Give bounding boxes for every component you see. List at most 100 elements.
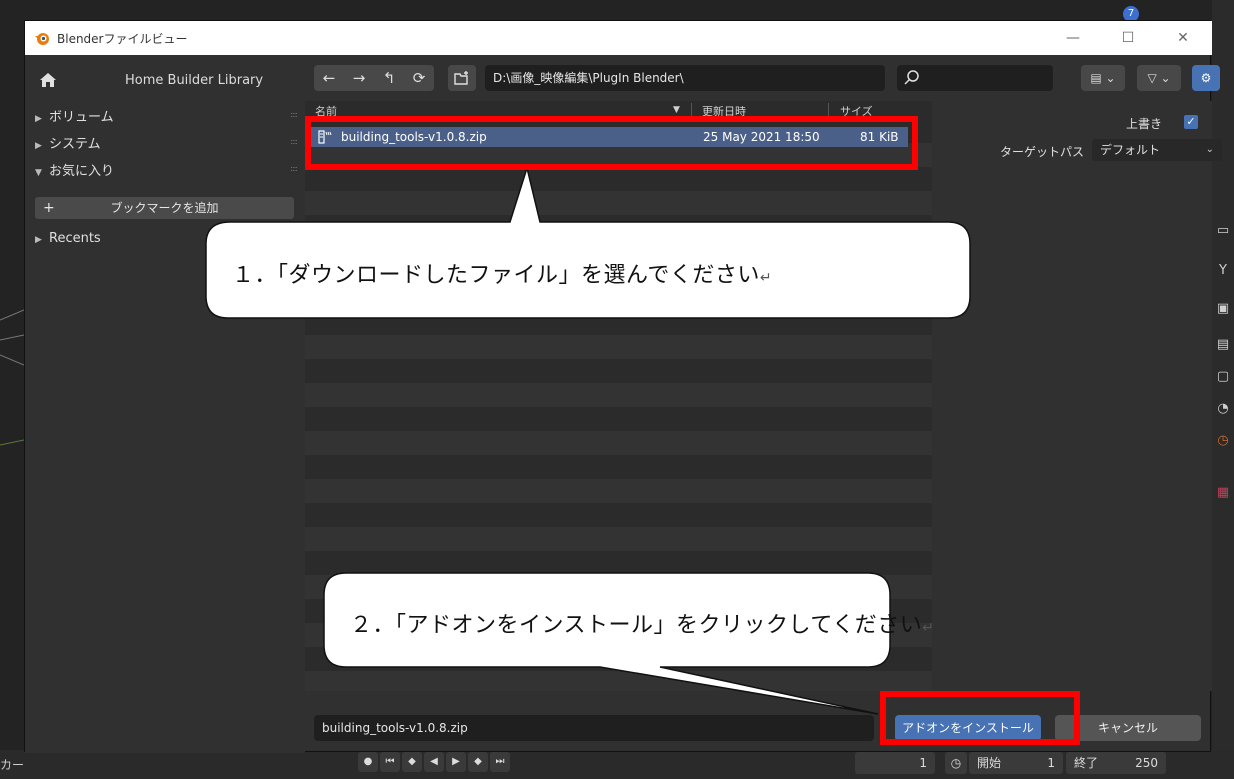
drag-grip-icon[interactable]: :::: <box>290 110 298 119</box>
end-value: 250 <box>1135 756 1158 770</box>
properties-strip: ▭ Y ▣ ▤ ▢ ◔ ◷ ▦ <box>1212 0 1234 779</box>
end-label: 終了 <box>1074 756 1099 770</box>
collapse-triangle-icon: ▼ <box>35 168 42 178</box>
sidebar-item-favorites[interactable]: ▼ お気に入り :::: <box>35 160 298 182</box>
minimize-button[interactable]: — <box>1058 27 1088 49</box>
column-separator <box>691 103 692 117</box>
sidebar-item-recents[interactable]: ▶ Recents <box>35 231 297 253</box>
end-frame-field[interactable]: 終了 250 <box>1066 752 1166 774</box>
file-list-stripe <box>305 311 932 335</box>
play-reverse-button[interactable]: ◀ <box>424 752 444 772</box>
column-separator <box>828 103 829 117</box>
file-list-stripe <box>305 479 932 503</box>
target-path-dropdown[interactable]: デフォルト ⌄ <box>1092 139 1222 161</box>
blender-logo-icon <box>35 33 49 45</box>
file-list-stripe <box>305 191 932 215</box>
file-list-stripe <box>305 335 932 359</box>
tool-icon[interactable]: Y <box>1214 262 1232 280</box>
callout-click-install: ２．「アドオンをインストール」をクリックしてください↵ <box>350 607 934 639</box>
drag-grip-icon[interactable]: :::: <box>290 164 298 173</box>
file-list-stripe <box>305 167 932 191</box>
new-directory-button[interactable] <box>448 65 476 91</box>
output-icon[interactable]: ▤ <box>1214 336 1232 354</box>
home-icon <box>40 73 56 87</box>
directory-path-field[interactable]: D:\画像_映像編集\PlugIn Blender\ <box>485 65 885 91</box>
callout-select-file-text: １．「ダウンロードしたファイル」を選んでください <box>232 263 760 288</box>
texture-icon[interactable]: ▦ <box>1214 484 1232 502</box>
file-list-stripe <box>305 359 932 383</box>
render-icon[interactable]: ▣ <box>1214 300 1232 318</box>
start-frame-field[interactable]: 開始 1 <box>969 752 1063 774</box>
record-button[interactable]: ● <box>358 752 378 772</box>
target-path-label: ターゲットパス <box>1000 145 1085 159</box>
chevron-down-icon: ⌄ <box>1205 144 1214 155</box>
back-button[interactable]: ← <box>314 65 344 91</box>
file-list: 名前 ▼ 更新日時 サイズ building_tools-v1.0.8.zip … <box>305 101 932 691</box>
file-list-stripe <box>305 647 932 671</box>
sort-indicator-icon: ▼ <box>673 105 680 115</box>
file-list-stripe <box>305 527 932 551</box>
file-list-stripe <box>305 503 932 527</box>
view-icon[interactable]: ▭ <box>1214 222 1232 240</box>
file-list-stripe <box>305 287 932 311</box>
home-label: Home Builder Library <box>125 73 264 88</box>
close-button[interactable]: ✕ <box>1168 27 1198 49</box>
title-bar: Blenderファイルビュー — ☐ ✕ <box>25 21 1212 55</box>
next-keyframe-button[interactable]: ◆ <box>468 752 488 772</box>
sidebar-item-label: お気に入り <box>49 164 115 179</box>
return-mark-icon: ↵ <box>759 270 773 286</box>
file-list-stripe <box>305 575 932 599</box>
return-mark-icon: ↵ <box>922 620 935 636</box>
window-title: Blenderファイルビュー <box>57 32 188 46</box>
timeline-bar: カー ● ⏮ ◆ ◀ ▶ ◆ ⏭ 1 ◷ 開始 1 終了 250 <box>0 750 1234 779</box>
screen: 7 ▭ Y ▣ ▤ ▢ ◔ ◷ ▦ カー ● ⏮ ◆ ◀ ▶ ◆ ⏭ 1 ◷ 開… <box>0 0 1234 779</box>
overwrite-checkbox[interactable]: ✓ <box>1184 115 1198 129</box>
sidebar-item-volumes[interactable]: ▶ ボリューム :::: <box>35 106 298 128</box>
sidebar-item-label: システム <box>49 137 101 152</box>
settings-gear-button[interactable]: ⚙ <box>1192 65 1220 91</box>
file-list-stripe <box>305 671 932 691</box>
file-list-stripe <box>305 455 932 479</box>
file-list-stripe <box>305 407 932 431</box>
filename-field[interactable]: building_tools-v1.0.8.zip <box>314 715 874 741</box>
file-list-stripe <box>305 215 932 239</box>
world-icon[interactable]: ◔ <box>1214 400 1232 418</box>
highlight-box-install <box>880 691 1080 745</box>
parent-directory-button[interactable]: ↰ <box>374 65 404 91</box>
sidebar-item-label: ボリューム <box>49 110 114 125</box>
viewport-lines <box>0 309 24 446</box>
expand-triangle-icon: ▶ <box>35 235 42 245</box>
jump-end-button[interactable]: ⏭ <box>490 752 510 772</box>
search-field[interactable] <box>897 65 1053 91</box>
add-bookmark-button[interactable]: + ブックマークを追加 <box>35 197 294 219</box>
navigation-buttons: ← → ↰ ⟳ <box>314 65 434 91</box>
play-button[interactable]: ▶ <box>446 752 466 772</box>
scene-icon[interactable]: ▢ <box>1214 368 1232 386</box>
toolbar: ← → ↰ ⟳ D:\画像_映像編集\PlugIn Blender\ ▤ ⌄ ▽… <box>305 55 1220 95</box>
drag-grip-icon[interactable]: :::: <box>290 137 298 146</box>
target-path-value: デフォルト <box>1100 143 1161 157</box>
current-frame-field[interactable]: 1 <box>855 752 935 774</box>
new-folder-icon <box>454 71 468 85</box>
sidebar-item-label: Recents <box>49 231 101 246</box>
start-value: 1 <box>1047 756 1055 770</box>
file-list-stripe <box>305 383 932 407</box>
options-panel: 上書き ✓ ターゲットパス デフォルト ⌄ <box>932 101 1222 691</box>
callout-select-file: １．「ダウンロードしたファイル」を選んでください↵ <box>232 257 772 289</box>
home-directory-button[interactable]: Home Builder Library <box>35 69 295 93</box>
refresh-button[interactable]: ⟳ <box>404 65 434 91</box>
object-icon[interactable]: ◷ <box>1214 432 1232 450</box>
filter-dropdown[interactable]: ▽ ⌄ <box>1137 65 1181 91</box>
forward-button[interactable]: → <box>344 65 374 91</box>
callout-click-install-text: ２．「アドオンをインストール」をクリックしてください <box>350 613 923 638</box>
maximize-button[interactable]: ☐ <box>1113 27 1143 49</box>
add-bookmark-label: ブックマークを追加 <box>110 201 219 215</box>
prev-keyframe-button[interactable]: ◆ <box>402 752 422 772</box>
expand-triangle-icon: ▶ <box>35 141 42 151</box>
sidebar-item-system[interactable]: ▶ システム :::: <box>35 133 298 155</box>
jump-start-button[interactable]: ⏮ <box>380 752 400 772</box>
overwrite-label: 上書き <box>1125 117 1162 131</box>
display-mode-dropdown[interactable]: ▤ ⌄ <box>1081 65 1125 91</box>
clock-icon[interactable]: ◷ <box>945 752 967 774</box>
start-label: 開始 <box>977 756 1002 770</box>
